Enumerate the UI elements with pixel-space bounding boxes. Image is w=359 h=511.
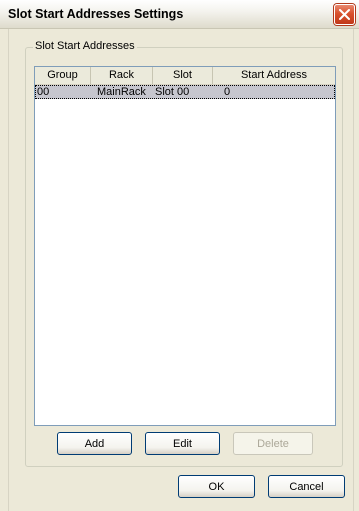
- window-title: Slot Start Addresses Settings: [8, 7, 184, 21]
- column-header-rack[interactable]: Rack: [91, 67, 153, 84]
- column-header-group[interactable]: Group: [35, 67, 91, 84]
- window-frame-left: [0, 29, 9, 511]
- cell-slot: Slot 00: [155, 86, 190, 98]
- cell-start-address: 0: [224, 86, 231, 98]
- window-frame-right: [353, 29, 359, 511]
- column-headers: Group Rack Slot Start Address: [35, 67, 335, 85]
- close-icon: [339, 9, 350, 20]
- title-bar[interactable]: Slot Start Addresses Settings: [0, 0, 359, 29]
- slot-address-list[interactable]: Group Rack Slot Start Address 00 MainRac…: [34, 66, 336, 426]
- ok-button[interactable]: OK: [178, 475, 255, 498]
- delete-button[interactable]: Delete: [233, 432, 313, 455]
- group-label: Slot Start Addresses: [33, 40, 137, 52]
- table-row[interactable]: 00 MainRack Slot 00 0: [35, 85, 335, 99]
- close-button[interactable]: [334, 4, 355, 25]
- column-header-slot[interactable]: Slot: [153, 67, 213, 84]
- edit-button[interactable]: Edit: [145, 432, 220, 455]
- cell-rack: MainRack: [97, 86, 146, 98]
- cell-group: 00: [37, 86, 50, 98]
- cancel-button[interactable]: Cancel: [268, 475, 345, 498]
- column-header-start-address[interactable]: Start Address: [213, 67, 335, 84]
- dialog-window: Slot Start Addresses Settings Slot Start…: [0, 0, 359, 511]
- add-button[interactable]: Add: [57, 432, 132, 455]
